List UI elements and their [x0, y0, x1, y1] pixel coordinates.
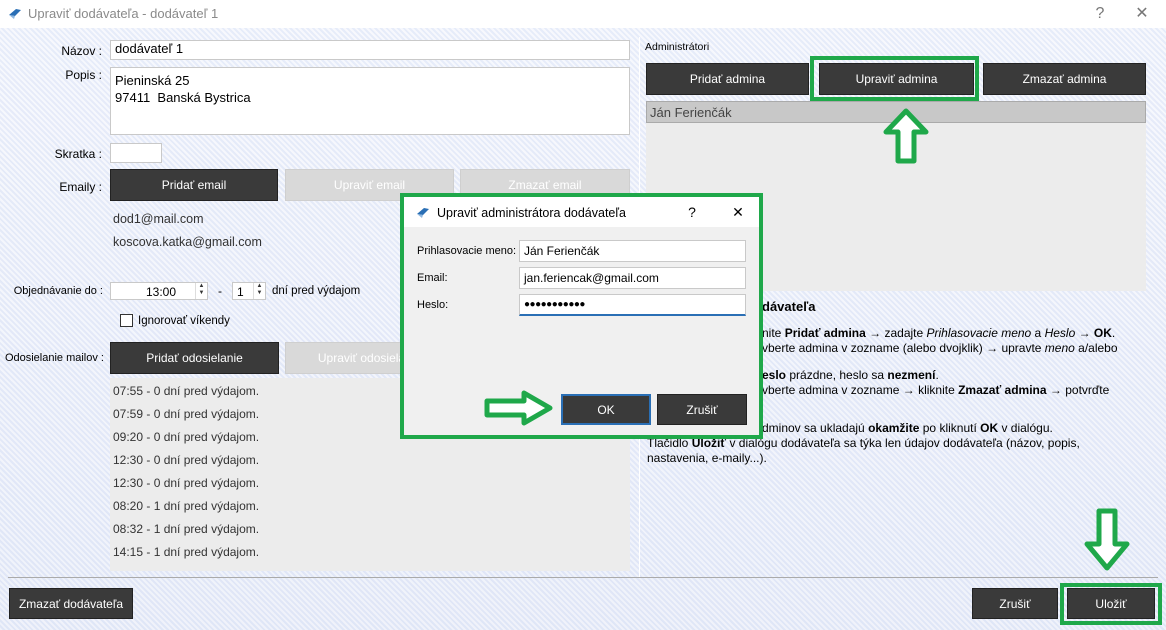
- delete-admin-button[interactable]: Zmazať admina: [983, 63, 1146, 95]
- mail-sending-label: Odosielanie mailov :: [4, 352, 104, 364]
- ok-button[interactable]: OK: [561, 394, 651, 425]
- arrow-right-icon: [484, 390, 553, 426]
- arrow-down-icon: [1084, 508, 1130, 571]
- dialog-title-bar: Upraviť administrátora dodávateľa ? ✕: [404, 197, 759, 227]
- edit-admin-button[interactable]: Upraviť admina: [819, 63, 974, 95]
- help-line-7: nastavenia, e-maily...).: [647, 451, 767, 465]
- ignore-weekends-checkbox[interactable]: [120, 314, 133, 327]
- login-input[interactable]: Ján Ferienčák: [519, 240, 746, 262]
- name-input[interactable]: dodávateľ 1: [110, 40, 630, 60]
- arrow-up-icon: [883, 108, 929, 164]
- sender-item[interactable]: 08:32 - 1 dní pred výdajom.: [113, 522, 259, 536]
- sender-item[interactable]: 08:20 - 1 dní pred výdajom.: [113, 499, 259, 513]
- description-textarea[interactable]: Pieninská 25 97411 Banská Bystrica: [110, 67, 630, 135]
- help-heading: dávateľa: [762, 299, 816, 314]
- order-time-value: 13:00: [146, 285, 177, 299]
- email-list[interactable]: dod1@mail.com koscova.katka@gmail.com: [110, 205, 410, 265]
- email-item[interactable]: koscova.katka@gmail.com: [113, 235, 262, 249]
- description-label: Popis :: [65, 68, 102, 82]
- emails-label: Emaily :: [59, 180, 102, 194]
- ignore-weekends-label: Ignorovať víkendy: [138, 315, 230, 327]
- add-admin-button[interactable]: Pridať admina: [646, 63, 809, 95]
- order-dash: -: [218, 284, 222, 298]
- sender-item[interactable]: 07:55 - 0 dní pred výdajom.: [113, 384, 259, 398]
- cancel-button[interactable]: Zrušiť: [972, 588, 1058, 619]
- sender-item[interactable]: 12:30 - 0 dní pred výdajom.: [113, 453, 259, 467]
- delete-supplier-button[interactable]: Zmazať dodávateľa: [9, 588, 133, 619]
- login-label: Prihlasovacie meno:: [417, 245, 517, 257]
- dialog-title: Upraviť administrátora dodávateľa: [437, 206, 626, 220]
- email-input[interactable]: jan.feriencak@gmail.com: [519, 267, 746, 289]
- help-line-1: nite Pridať admina → zadajte Prihlasovac…: [762, 326, 1116, 340]
- window-title: Upraviť dodávateľa - dodávateľ 1: [28, 6, 219, 21]
- short-value: [111, 142, 119, 161]
- dialog-help-icon[interactable]: ?: [680, 201, 704, 223]
- sender-item[interactable]: 12:30 - 0 dní pred výdajom.: [113, 476, 259, 490]
- short-input[interactable]: [110, 143, 162, 163]
- order-suffix: dní pred výdajom: [272, 285, 361, 297]
- description-line-2: 97411 Banská Bystrica: [115, 90, 251, 105]
- add-sender-button[interactable]: Pridať odosielanie: [110, 342, 279, 374]
- order-label: Objednávanie do :: [13, 285, 103, 297]
- title-bar: Upraviť dodávateľa - dodávateľ 1 ? ✕: [0, 0, 1166, 28]
- name-label: Názov :: [61, 44, 102, 58]
- description-line-1: Pieninská 25: [115, 73, 190, 88]
- save-button[interactable]: Uložiť: [1067, 588, 1155, 619]
- order-time-spinbox[interactable]: 13:00 ▲ ▼: [110, 282, 208, 300]
- help-line-2: vberte admina v zozname (alebo dvojklik)…: [762, 341, 1118, 355]
- dialog-app-icon: [417, 208, 429, 218]
- app-icon: [9, 9, 21, 19]
- email-label: Email:: [417, 272, 448, 284]
- email-value: jan.feriencak@gmail.com: [524, 271, 659, 285]
- login-value: Ján Ferienčák: [524, 244, 600, 258]
- add-email-button[interactable]: Pridať email: [110, 169, 278, 201]
- admins-group-label: Administrátori: [645, 41, 710, 53]
- name-value: dodávateľ 1: [115, 41, 184, 56]
- spin-arrows-icon[interactable]: ▲ ▼: [195, 283, 207, 299]
- help-icon[interactable]: ?: [1088, 3, 1112, 25]
- sender-item[interactable]: 14:15 - 1 dní pred výdajom.: [113, 545, 259, 559]
- spin-arrows-icon[interactable]: ▲ ▼: [253, 283, 265, 299]
- order-days-value: 1: [237, 285, 244, 299]
- help-line-5: dminov sa ukladajú okamžite po kliknutí …: [762, 421, 1053, 435]
- edit-admin-dialog[interactable]: Upraviť administrátora dodávateľa ? ✕ Pr…: [400, 193, 763, 439]
- sender-item[interactable]: 07:59 - 0 dní pred výdajom.: [113, 407, 259, 421]
- dialog-cancel-button[interactable]: Zrušiť: [657, 394, 747, 425]
- help-line-4: vberte admina v zozname → kliknite Zmaza…: [762, 383, 1110, 397]
- email-item[interactable]: dod1@mail.com: [113, 212, 204, 226]
- password-label: Heslo:: [417, 299, 449, 311]
- help-line-3: eslo prázdne, heslo sa nezmení.: [762, 368, 939, 382]
- close-icon[interactable]: ✕: [1130, 3, 1154, 25]
- order-days-spinbox[interactable]: 1 ▲ ▼: [232, 282, 266, 300]
- dialog-close-icon[interactable]: ✕: [726, 201, 750, 223]
- short-label: Skratka :: [54, 147, 102, 161]
- footer-divider: [8, 577, 1158, 578]
- sender-item[interactable]: 09:20 - 0 dní pred výdajom.: [113, 430, 259, 444]
- password-value: ●●●●●●●●●●●: [524, 299, 585, 310]
- password-input[interactable]: ●●●●●●●●●●●: [519, 294, 746, 316]
